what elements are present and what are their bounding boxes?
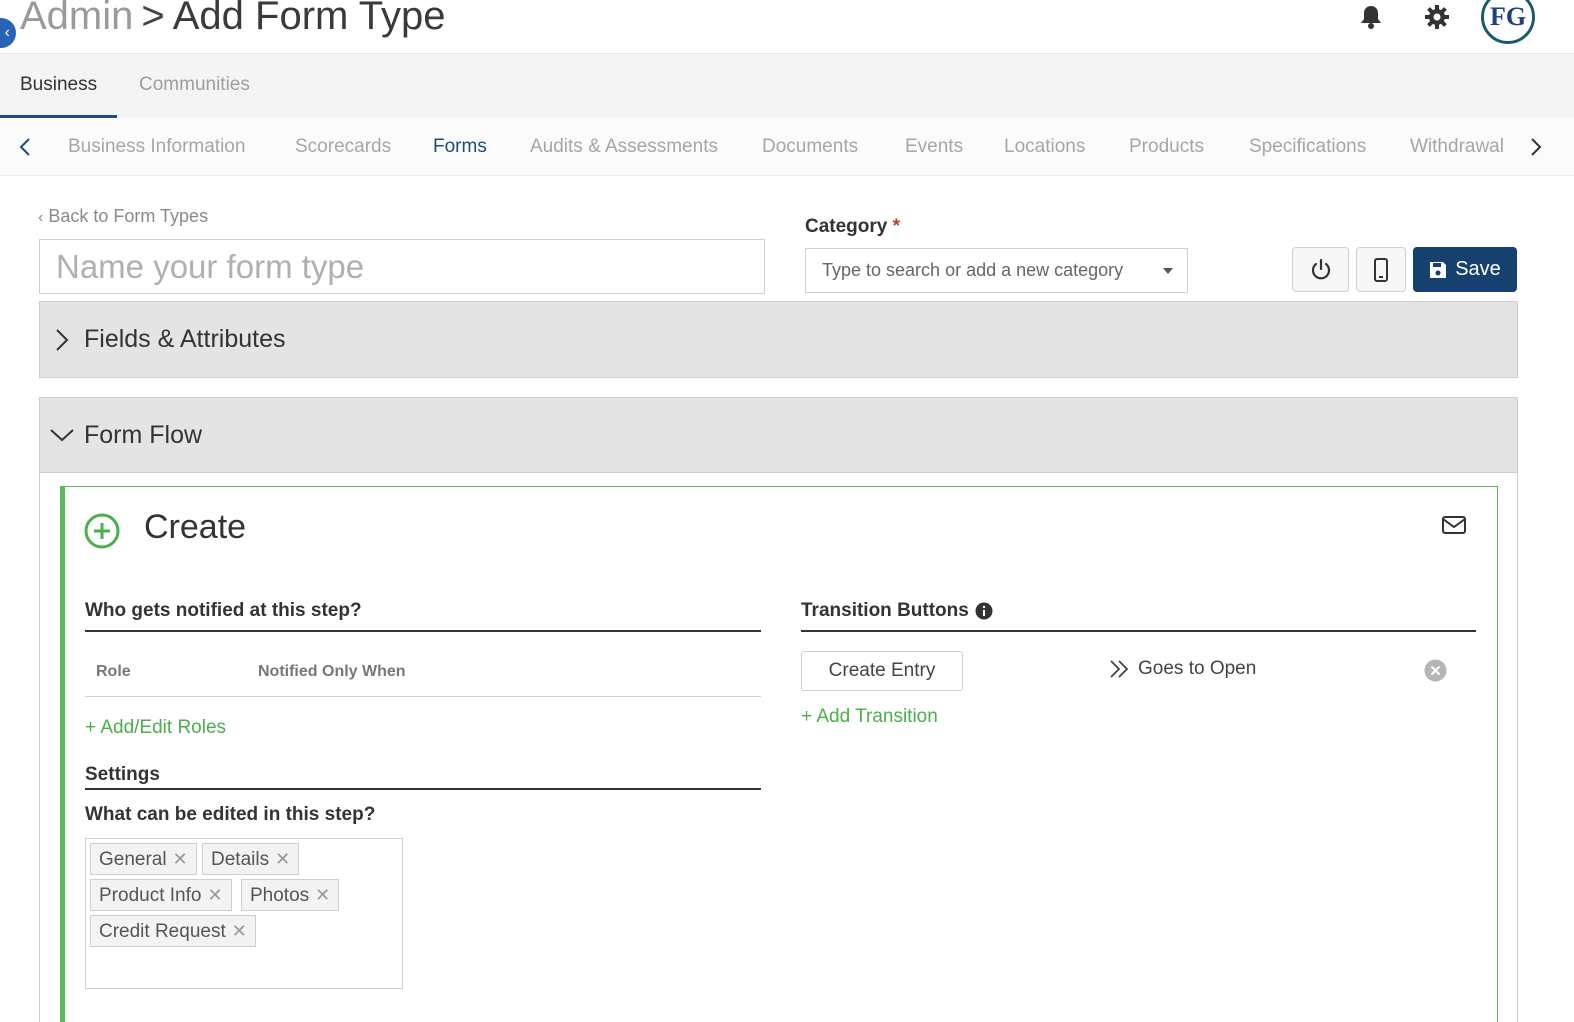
form-flow-title: Form Flow [84, 420, 203, 449]
mail-icon[interactable] [1441, 514, 1467, 536]
step-title: Create [144, 508, 247, 546]
tag-label: Credit Request [99, 921, 226, 942]
nav-audits-assessments[interactable]: Audits & Assessments [530, 118, 718, 176]
fields-attributes-title: Fields & Attributes [84, 325, 286, 353]
remove-tag-icon[interactable]: ✕ [275, 849, 290, 869]
column-header-role: Role [96, 663, 131, 680]
tag-label: Details [211, 849, 270, 870]
tag-label: Photos [250, 885, 310, 906]
section-nav: Business Information Scorecards Forms Au… [0, 118, 1574, 176]
tag-label: General [99, 849, 167, 870]
required-marker: * [892, 216, 901, 237]
transitions-section-divider [801, 630, 1476, 632]
top-tabs: Business Communities [0, 54, 1574, 118]
chevron-left-small-icon: ‹ [38, 209, 44, 226]
nav-locations[interactable]: Locations [1004, 118, 1085, 176]
tab-business[interactable]: Business [0, 54, 118, 118]
chevron-right-icon[interactable] [1524, 132, 1548, 162]
gear-icon[interactable] [1424, 4, 1450, 30]
floppy-disk-icon [1430, 261, 1447, 278]
save-button-label: Save [1455, 258, 1501, 280]
form-type-name-input[interactable] [39, 239, 765, 294]
tag-product-info: Product Info ✕ [90, 879, 232, 911]
transitions-section-title: Transition Buttons [801, 600, 993, 622]
chevron-left-icon[interactable] [13, 132, 37, 162]
add-edit-roles-link[interactable]: + Add/Edit Roles [85, 717, 226, 739]
bell-icon[interactable] [1358, 4, 1384, 30]
breadcrumb: Admin > Add Form Type [20, 0, 445, 39]
remove-tag-icon[interactable]: ✕ [315, 885, 330, 905]
notified-section-title: Who gets notified at this step? [85, 600, 362, 621]
tag-photos: Photos ✕ [241, 879, 340, 911]
chevron-down-icon [40, 428, 84, 442]
transition-target-label: Goes to Open [1138, 658, 1257, 679]
fields-attributes-panel-header[interactable]: Fields & Attributes [39, 301, 1518, 378]
form-flow-panel-header[interactable]: Form Flow [39, 397, 1518, 473]
page-title: Add Form Type [172, 0, 446, 38]
info-icon[interactable] [975, 602, 993, 620]
notified-section-divider [85, 630, 761, 632]
remove-transition-icon[interactable] [1424, 659, 1447, 682]
settings-section-title: Settings [85, 764, 160, 785]
plus-icon: + [85, 717, 97, 738]
save-button[interactable]: Save [1413, 247, 1517, 292]
nav-scorecards[interactable]: Scorecards [295, 118, 391, 176]
nav-forms[interactable]: Forms [433, 118, 487, 176]
add-transition-link[interactable]: + Add Transition [801, 706, 938, 728]
chevron-right-icon [40, 328, 84, 352]
settings-section-divider [85, 788, 761, 790]
nav-business-information[interactable]: Business Information [68, 118, 245, 176]
double-chevron-right-icon [1110, 660, 1129, 678]
caret-down-icon [1163, 268, 1173, 274]
remove-tag-icon[interactable]: ✕ [173, 849, 188, 869]
transitions-title-text: Transition Buttons [801, 600, 969, 621]
power-icon [1311, 258, 1330, 279]
tag-label: Product Info [99, 885, 202, 906]
transition-create-entry-button[interactable]: Create Entry [801, 651, 963, 691]
tag-credit-request: Credit Request ✕ [90, 915, 256, 947]
nav-documents[interactable]: Documents [762, 118, 858, 176]
nav-withdrawal[interactable]: Withdrawal [1410, 118, 1504, 176]
back-to-form-types-link[interactable]: ‹ Back to Form Types [38, 206, 208, 227]
tab-communities[interactable]: Communities [119, 54, 270, 118]
plus-icon: + [801, 706, 813, 727]
back-link-label: Back to Form Types [48, 206, 209, 226]
add-transition-label: Add Transition [816, 706, 938, 727]
mobile-icon [1374, 257, 1388, 282]
plus-circle-icon [84, 513, 120, 549]
add-edit-roles-label: Add/Edit Roles [100, 717, 227, 738]
breadcrumb-separator: > [141, 0, 165, 38]
category-select[interactable]: Type to search or add a new category [805, 248, 1188, 293]
avatar[interactable]: FG [1481, 0, 1535, 44]
app-header: ‹ Admin > Add Form Type FG [0, 0, 1574, 54]
category-label: Category * [805, 216, 900, 238]
transition-target: Goes to Open [1108, 658, 1256, 680]
mobile-preview-button[interactable] [1356, 247, 1406, 292]
category-placeholder: Type to search or add a new category [822, 260, 1124, 280]
tag-details: Details ✕ [202, 843, 300, 875]
category-label-text: Category [805, 216, 888, 237]
roles-table-divider [85, 696, 761, 697]
collapse-sidebar-button[interactable]: ‹ [0, 18, 16, 48]
nav-events[interactable]: Events [905, 118, 963, 176]
breadcrumb-admin-link[interactable]: Admin [20, 0, 133, 38]
nav-products[interactable]: Products [1129, 118, 1204, 176]
toggle-active-button[interactable] [1292, 247, 1349, 292]
nav-specifications[interactable]: Specifications [1249, 118, 1366, 176]
editable-question-label: What can be edited in this step? [85, 804, 376, 825]
column-header-notified-only-when: Notified Only When [258, 663, 406, 680]
remove-tag-icon[interactable]: ✕ [207, 885, 222, 905]
editable-sections-multiselect[interactable]: General ✕ Details ✕ Product Info ✕ Photos ✕ … [85, 838, 403, 989]
tag-general: General ✕ [90, 843, 197, 875]
remove-tag-icon[interactable]: ✕ [232, 921, 247, 941]
